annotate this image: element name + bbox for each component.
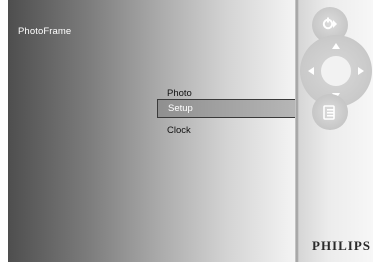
arrow-up-icon[interactable]: [332, 43, 340, 49]
dpad-ok-button[interactable]: [321, 56, 351, 86]
screen: PhotoFrame: [8, 0, 295, 262]
power-play-icon: [322, 17, 337, 30]
arrow-right-icon[interactable]: [358, 67, 364, 75]
menu-item-setup-label: Setup: [168, 103, 193, 114]
bottom-bezel: [0, 262, 373, 278]
photoframe-device: PhotoFrame Photo Setup Clock PHILIPS: [0, 0, 373, 278]
menu-item-clock[interactable]: Clock: [167, 125, 191, 136]
screen-title: PhotoFrame: [18, 26, 72, 37]
brand-logo: PHILIPS: [312, 238, 372, 253]
arrow-left-icon[interactable]: [308, 67, 314, 75]
menu-icon: [323, 105, 335, 120]
menu-button[interactable]: [312, 94, 348, 130]
menu-item-setup[interactable]: Setup: [157, 99, 298, 118]
menu-item-photo[interactable]: Photo: [167, 88, 192, 99]
